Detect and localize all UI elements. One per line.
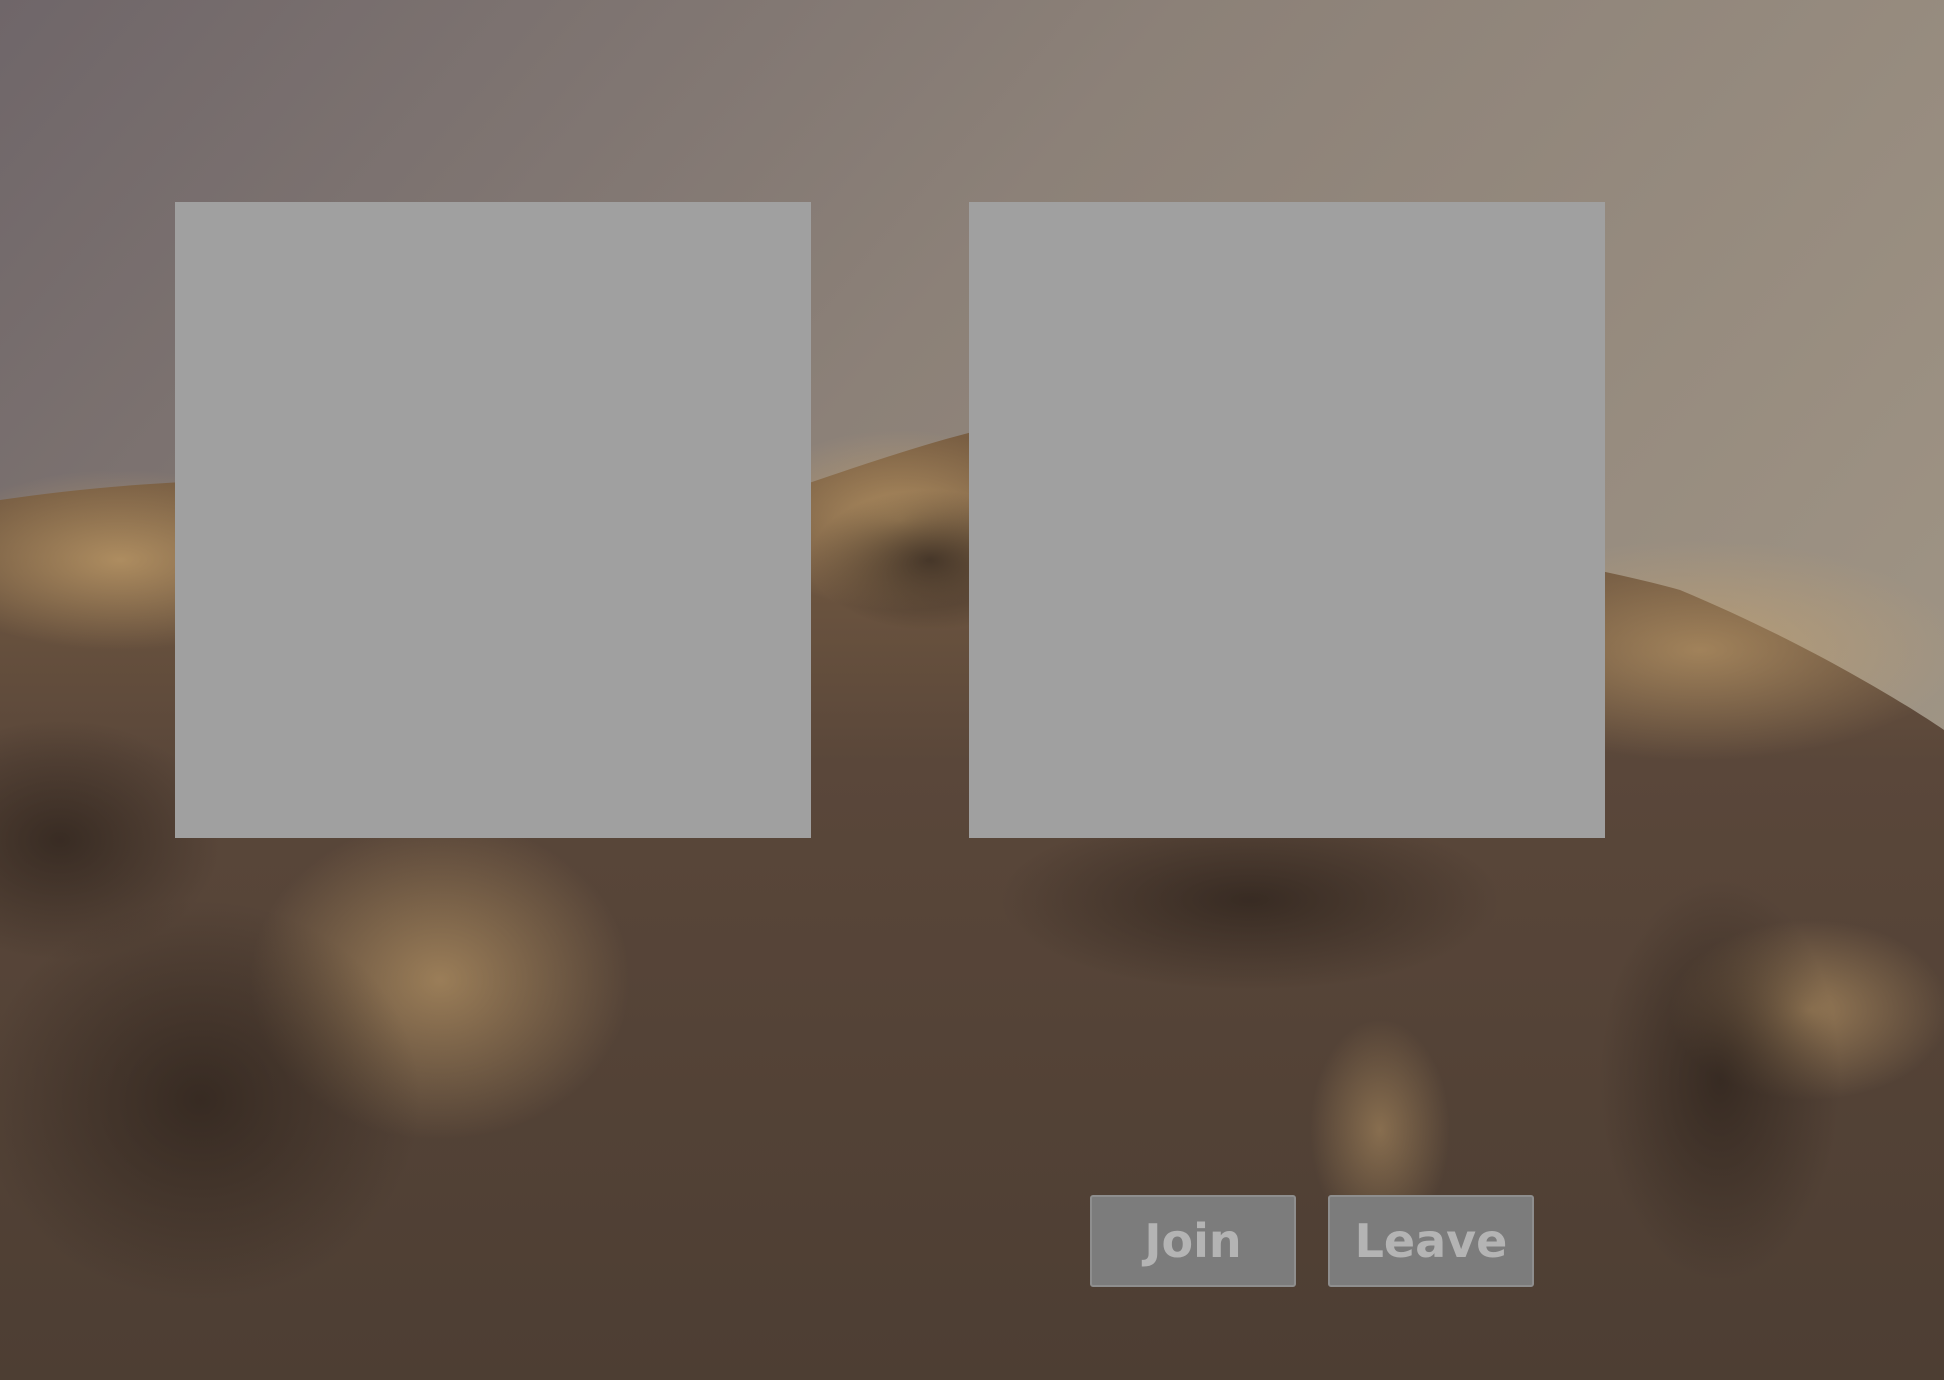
leave-button[interactable]: Leave <box>1328 1195 1534 1287</box>
video-panel-right <box>969 202 1605 838</box>
join-button[interactable]: Join <box>1090 1195 1296 1287</box>
video-panel-left <box>175 202 811 838</box>
